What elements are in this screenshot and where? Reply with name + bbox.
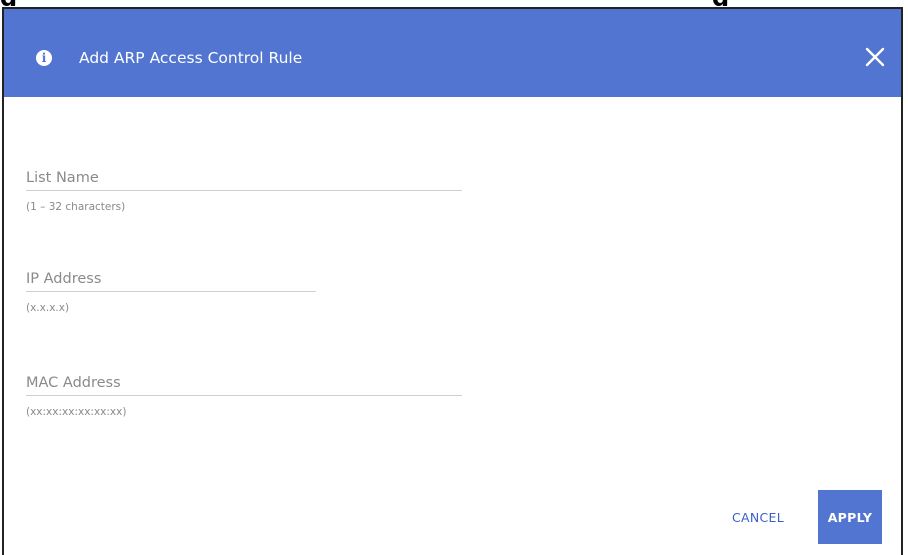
add-arp-rule-dialog: i Add ARP Access Control Rule (1 – 32 ch…	[2, 7, 903, 555]
list-name-field-group: (1 – 32 characters)	[26, 166, 462, 213]
dialog-title: Add ARP Access Control Rule	[79, 49, 303, 67]
mac-address-hint: (xx:xx:xx:xx:xx:xx)	[26, 406, 127, 418]
ip-address-input[interactable]	[26, 267, 316, 292]
cancel-button[interactable]: CANCEL	[726, 500, 790, 534]
apply-button[interactable]: APPLY	[818, 490, 882, 544]
cropped-heading-right: g	[712, 0, 729, 6]
info-icon: i	[36, 50, 52, 66]
ip-address-hint: (x.x.x.x)	[26, 302, 70, 314]
ip-address-field-group: (x.x.x.x)	[26, 267, 316, 314]
mac-address-input[interactable]	[26, 371, 462, 396]
list-name-hint: (1 – 32 characters)	[26, 201, 126, 213]
cropped-heading: g g	[0, 0, 908, 6]
close-icon[interactable]	[864, 46, 886, 68]
cropped-heading-left: g	[0, 0, 17, 6]
list-name-input[interactable]	[26, 166, 462, 191]
mac-address-field-group: (xx:xx:xx:xx:xx:xx)	[26, 371, 462, 418]
page: g g i Add ARP Access Control Rule (1 – 3…	[0, 0, 908, 555]
